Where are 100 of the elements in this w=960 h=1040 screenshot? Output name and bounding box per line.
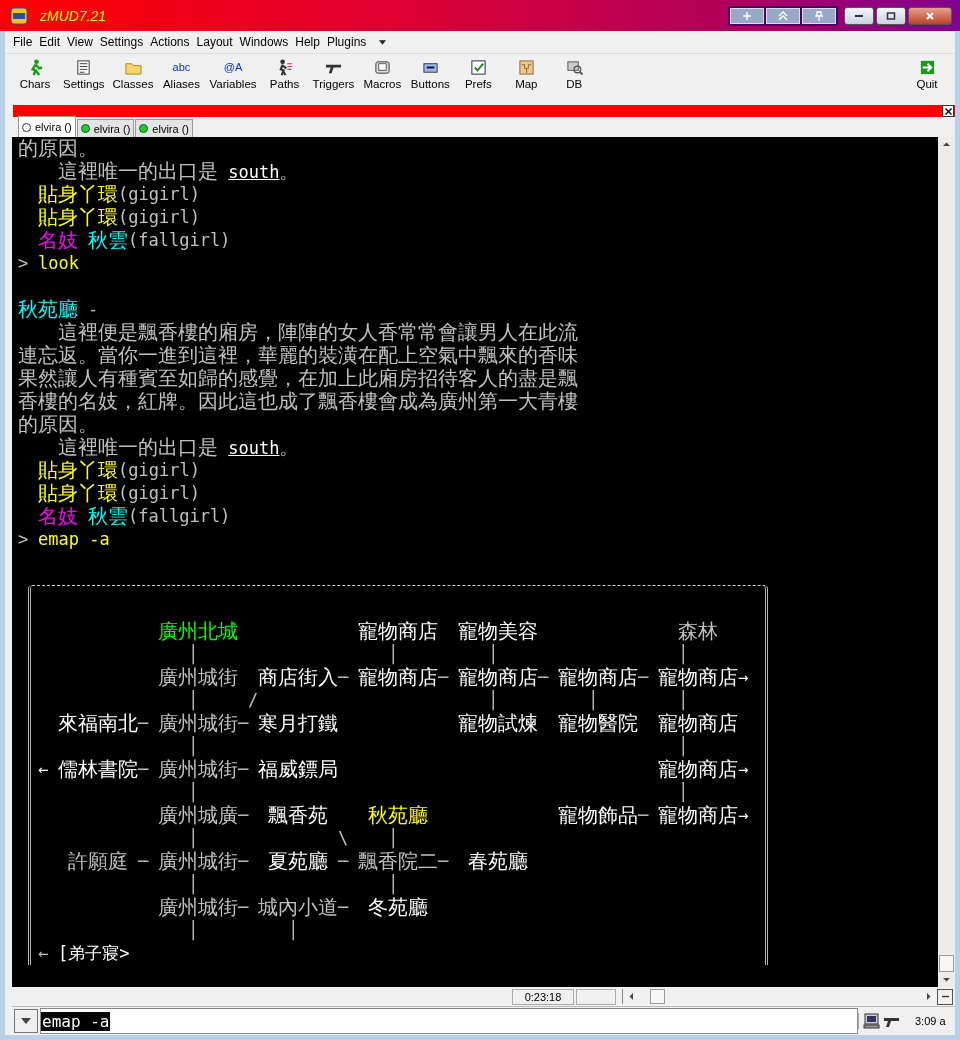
vertical-scrollbar[interactable] (938, 137, 955, 987)
history-dropdown-button[interactable] (14, 1009, 38, 1033)
toolbar-button[interactable]: Macros (358, 58, 407, 90)
scroll-down-icon[interactable] (942, 975, 951, 984)
map-path: → (738, 758, 750, 781)
pin-button[interactable] (802, 7, 836, 24)
add-button[interactable] (730, 7, 764, 24)
map-path: ─ (138, 758, 150, 781)
terminal-text: 果然讓人有種賓至如歸的感覺，在加上此廂房招待客人的盡是飄 (18, 367, 578, 390)
caret-icon (21, 1018, 31, 1024)
map-room: 寵物商店 (658, 666, 738, 689)
map-path: │ (188, 735, 198, 758)
menu-item[interactable]: Actions (150, 35, 190, 49)
toolbar-button[interactable]: Classes (108, 58, 158, 90)
map-path: ─ (338, 896, 350, 919)
map-room: 春苑廳 (468, 850, 528, 873)
caret-icon[interactable] (379, 39, 387, 45)
terminal-text: 貼身丫環 (38, 183, 118, 206)
map-path: │ (678, 689, 688, 712)
scroll-thumb[interactable] (939, 955, 954, 972)
map-room: 廣州北城 (158, 620, 238, 643)
menu-item[interactable]: Settings (99, 35, 144, 49)
terminal-text: 名妓 (38, 505, 78, 528)
toolbar-button[interactable]: Chars (11, 58, 59, 90)
menu-item[interactable]: Layout (196, 35, 233, 49)
toolbar-button[interactable]: Triggers (308, 58, 359, 90)
terminal-text: 秋苑廳 (18, 298, 78, 321)
scroll-thumb[interactable] (650, 989, 665, 1004)
map-path: │ (188, 689, 198, 712)
menu-item[interactable]: File (13, 35, 33, 49)
scroll-up-icon[interactable] (942, 140, 951, 149)
clock: 3:09 a (915, 1015, 946, 1027)
roll-up-button[interactable] (766, 7, 800, 24)
map-room: 許願庭 (68, 850, 128, 873)
menu-item[interactable]: View (67, 35, 93, 49)
map-room: 寵物飾品 (558, 804, 638, 827)
maximize-button[interactable] (876, 6, 906, 25)
terminal-text: (gigirl) (118, 206, 198, 229)
toolbar-button[interactable]: Prefs (454, 58, 503, 90)
exit-link[interactable]: south (228, 438, 280, 458)
menu-item[interactable]: Edit (39, 35, 61, 49)
session-tab[interactable]: elvira () (135, 119, 193, 137)
close-button[interactable] (908, 6, 952, 25)
scroll-right-icon[interactable] (924, 992, 933, 1001)
map-path: │ (388, 873, 398, 896)
menu-item[interactable]: Help (295, 35, 320, 49)
scroll-left-icon[interactable] (627, 992, 636, 1001)
map-room: 來福南北 (58, 712, 138, 735)
map-path: │ (488, 643, 498, 666)
map-path: │ (188, 643, 198, 666)
command-input[interactable]: emap -a (40, 1008, 858, 1034)
window-title: zMUD7.21 (40, 7, 108, 24)
session-tab[interactable]: elvira () (18, 116, 76, 137)
toolbar-button[interactable]: Buttons (406, 58, 455, 90)
map-room: 夏苑廳 (268, 850, 328, 873)
map-path: ← (38, 758, 50, 781)
terminal-text: 秋雲 (88, 505, 128, 528)
map-path: ─ (538, 666, 550, 689)
computer-icon[interactable] (863, 1013, 881, 1029)
session-close-button[interactable] (942, 105, 954, 117)
toolbar-button[interactable]: Paths (260, 58, 309, 90)
collapse-button[interactable] (937, 988, 953, 1005)
terminal-text: > (18, 528, 28, 551)
map-path: / (248, 689, 258, 712)
app-icon (10, 6, 28, 25)
map-room: 廣州城街 (158, 712, 238, 735)
menu-item[interactable]: Windows (239, 35, 289, 49)
map-path: ─ (438, 666, 450, 689)
map-path: → (738, 804, 750, 827)
map-room: 廣州城街 (158, 896, 238, 919)
map-room: 寒月打鐵 (258, 712, 338, 735)
map-path: ← (38, 942, 50, 965)
toolbar-button[interactable]: abc Aliases (157, 58, 206, 90)
map-path: ─ (438, 850, 450, 873)
map-path: ─ (238, 758, 250, 781)
map-path: ─ (138, 850, 150, 873)
map-path: │ (288, 919, 298, 942)
toolbar-button[interactable]: DB (550, 58, 599, 90)
minimize-button[interactable] (844, 6, 874, 25)
status-panel (576, 988, 616, 1005)
session-tab[interactable]: elvira () (76, 119, 135, 137)
toolbar-button[interactable]: Map (502, 58, 551, 90)
toolbar-button[interactable]: Settings (59, 58, 109, 90)
terminal-text: 秋雲 (88, 229, 128, 252)
map-path: │ (188, 827, 198, 850)
terminal-text: (fallgirl) (128, 229, 228, 252)
map-room: 寵物試煉 (458, 712, 538, 735)
menu-item[interactable]: Plugins (326, 35, 367, 49)
toolbar-button[interactable]: @A Variables (205, 58, 261, 90)
exit-link[interactable]: south (228, 162, 280, 182)
map-room: 飄香苑 (268, 804, 328, 827)
terminal-text: 這裡便是飄香樓的廂房，陣陣的女人香常常會讓男人在此流 (58, 321, 578, 344)
terminal-text: > (18, 252, 28, 275)
quit-button[interactable]: Quit (903, 58, 951, 90)
icon-glyph: abc (172, 60, 191, 74)
map-room: 城內小道 (258, 896, 338, 919)
map-path: ─ (338, 666, 350, 689)
map-path: ─ (638, 804, 650, 827)
map-path: │ (678, 643, 688, 666)
terminal-text: 這裡唯一的出口是 south。 (58, 436, 298, 460)
